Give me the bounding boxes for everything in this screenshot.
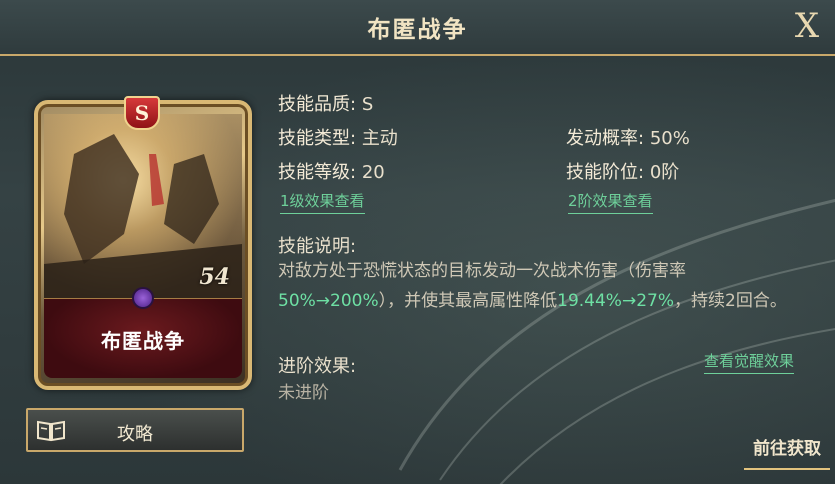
level-effect-link[interactable]: 1级效果查看	[280, 190, 365, 214]
close-button[interactable]: X	[787, 6, 827, 46]
attribute-reduction-highlight: 19.44%→27%	[557, 291, 674, 311]
skill-description: 对敌方处于恐慌状态的目标发动一次战术伤害（伤害率 50%→200%），并使其最高属…	[278, 256, 808, 316]
skill-level-label: 技能等级:	[278, 162, 357, 183]
skill-quality-row: 技能品质: S	[278, 90, 373, 116]
skill-type-value: 主动	[361, 128, 398, 149]
skill-tier-label: 技能阶位:	[566, 162, 645, 183]
window-title: 布匿战争	[367, 17, 468, 43]
skill-level-value: 20	[361, 162, 385, 183]
skill-level-row: 技能等级: 20	[278, 158, 385, 184]
damage-rate-highlight: 50%→200%	[278, 291, 379, 311]
purple-emblem-icon	[132, 287, 154, 309]
go-obtain-button[interactable]: 前往获取	[744, 436, 830, 470]
description-text-3: ，持续2回合。	[674, 291, 787, 311]
card-name: 布匿战争	[101, 329, 185, 353]
trigger-probability-row: 发动概率: 50%	[566, 124, 690, 150]
card-name-band: 布匿战争	[44, 287, 242, 378]
tier-effect-link[interactable]: 2阶效果查看	[568, 190, 653, 214]
view-awaken-effect-link[interactable]: 查看觉醒效果	[704, 350, 795, 374]
trigger-probability-label: 发动概率:	[566, 128, 645, 149]
trigger-probability-value: 50%	[649, 128, 690, 149]
advance-label: 进阶效果:	[278, 356, 357, 377]
description-text-1: 对敌方处于恐慌状态的目标发动一次战术伤害（伤害率	[278, 261, 686, 281]
skill-card: 54 布匿战争	[34, 100, 252, 390]
skill-tier-value: 0阶	[649, 162, 680, 183]
card-art-number: 54	[199, 264, 230, 290]
description-text-2: ），并使其最高属性降低	[378, 291, 558, 311]
description-label: 技能说明:	[278, 236, 357, 257]
skill-quality-value: S	[361, 94, 374, 115]
skill-tier-row: 技能阶位: 0阶	[566, 158, 679, 184]
skill-type-row: 技能类型: 主动	[278, 124, 398, 150]
skill-detail-panel: 布匿战争 X 54 布匿战争 S 攻略 技能品质: S 技能类型: 主动 技能等…	[0, 0, 835, 484]
grade-s-badge: S	[124, 96, 160, 130]
guide-button[interactable]: 攻略	[26, 408, 244, 452]
title-bar: 布匿战争 X	[0, 0, 835, 56]
skill-quality-label: 技能品质:	[278, 94, 357, 115]
advance-value: 未进阶	[278, 383, 329, 403]
skill-type-label: 技能类型:	[278, 128, 357, 149]
guide-button-label: 攻略	[117, 424, 153, 445]
